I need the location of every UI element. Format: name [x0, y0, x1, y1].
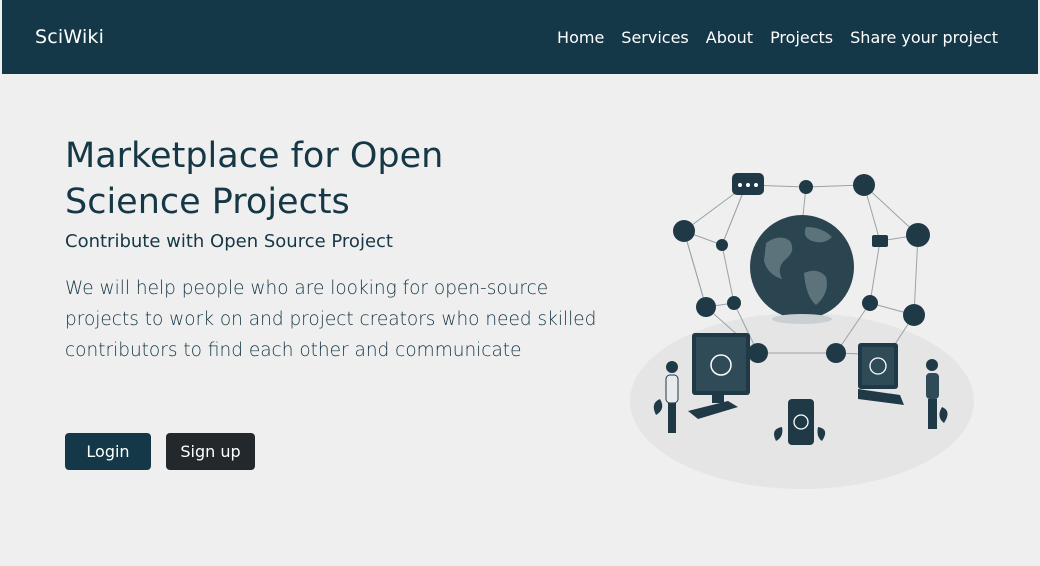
music-icon [673, 220, 695, 242]
network-illustration [630, 173, 974, 489]
nav-projects[interactable]: Projects [770, 28, 833, 47]
mail-icon [872, 235, 888, 247]
nav-home[interactable]: Home [557, 28, 604, 47]
laptop-device [858, 343, 904, 405]
brand-logo[interactable]: SciWiki [35, 26, 104, 48]
nav-share-project[interactable]: Share your project [850, 28, 998, 47]
nav-services[interactable]: Services [621, 28, 688, 47]
hero-subtitle: Contribute with Open Source Project [65, 231, 393, 252]
hero-title: Marketplace for Open Science Projects [65, 136, 444, 222]
twitter-icon [862, 295, 878, 311]
nav-about[interactable]: About [706, 28, 753, 47]
hero-buttons: Login Sign up [65, 433, 255, 470]
facebook-icon [853, 174, 875, 196]
thumbs-up-icon [826, 343, 846, 363]
hero-section: Marketplace for Open Science Projects Co… [65, 133, 625, 366]
play-icon [748, 343, 768, 363]
signup-button[interactable]: Sign up [166, 433, 255, 470]
globe-icon [750, 215, 854, 319]
instagram-icon [696, 297, 716, 317]
user-icon [906, 223, 930, 247]
navbar: SciWiki Home Services About Projects Sha… [2, 0, 1038, 74]
image-icon [903, 304, 925, 326]
heart-icon [716, 239, 728, 251]
hero-description: We will help people who are looking for … [65, 278, 597, 361]
location-pin-icon [799, 180, 813, 194]
login-button[interactable]: Login [65, 433, 151, 470]
dollar-icon [727, 296, 741, 310]
nav-links: Home Services About Projects Share your … [540, 28, 998, 47]
